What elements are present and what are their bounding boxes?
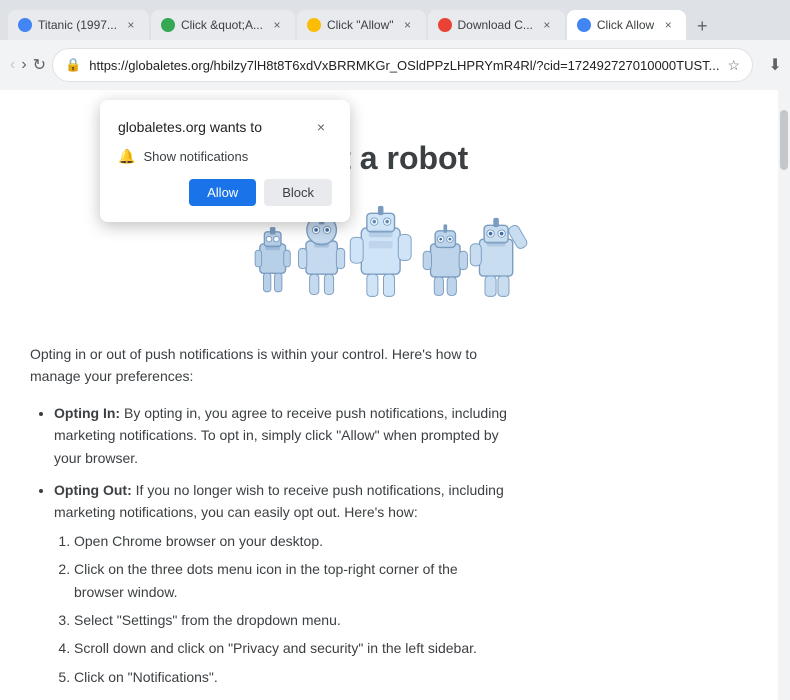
sub-list-item-1: Open Chrome browser on your desktop. xyxy=(74,530,510,552)
nav-bar: ‹ › ↻ 🔒 https://globaletes.org/hbilzy7lH… xyxy=(0,40,790,90)
tab-titanic[interactable]: Titanic (1997... × xyxy=(8,10,149,40)
opting-in-detail: By opting in, you agree to receive push … xyxy=(54,405,507,466)
new-tab-button[interactable]: + xyxy=(688,12,716,40)
refresh-icon: ↻ xyxy=(33,55,46,75)
opting-out-term: Opting Out: xyxy=(54,482,132,498)
sub-list-item-5: Click on "Notifications". xyxy=(74,666,510,688)
opting-out-sub-list: Open Chrome browser on your desktop. Cli… xyxy=(54,530,510,688)
tab-label-current: Click Allow xyxy=(597,18,654,32)
tab-label-click-allow: Click "Allow" xyxy=(327,18,394,32)
forward-icon: › xyxy=(21,56,26,74)
opting-in-term: Opting In: xyxy=(54,405,120,421)
tab-download[interactable]: Download C... × xyxy=(428,10,565,40)
tab-close-titanic[interactable]: × xyxy=(123,17,139,33)
address-bar[interactable]: 🔒 https://globaletes.org/hbilzy7lH8t8T6x… xyxy=(52,48,753,82)
notification-popup: globaletes.org wants to × 🔔 Show notific… xyxy=(100,100,350,222)
scrollbar[interactable] xyxy=(778,90,790,700)
browser-window: Titanic (1997... × Click &quot;A... × Cl… xyxy=(0,0,790,700)
popup-close-button[interactable]: × xyxy=(310,116,332,138)
allow-button[interactable]: Allow xyxy=(189,179,256,206)
tab-close-download[interactable]: × xyxy=(539,17,555,33)
back-button[interactable]: ‹ xyxy=(10,49,15,81)
content-area: globaletes.org wants to × 🔔 Show notific… xyxy=(0,90,790,700)
tab-current[interactable]: Click Allow × xyxy=(567,10,686,40)
back-icon: ‹ xyxy=(10,56,15,74)
sub-list-item-4: Scroll down and click on "Privacy and se… xyxy=(74,637,510,659)
nav-actions: ⬇ 👤 ⋮ xyxy=(759,49,790,81)
popup-notification-row: 🔔 Show notifications xyxy=(118,148,332,165)
tab-favicon-click-quot xyxy=(161,18,175,32)
popup-title: globaletes.org wants to xyxy=(118,119,262,135)
tab-label-click-quot: Click &quot;A... xyxy=(181,18,263,32)
popup-header: globaletes.org wants to × xyxy=(118,116,332,138)
list-item-opting-out: Opting Out: If you no longer wish to rec… xyxy=(54,479,510,688)
forward-button[interactable]: › xyxy=(21,49,26,81)
sub-list-item-2: Click on the three dots menu icon in the… xyxy=(74,558,510,603)
tab-label-download: Download C... xyxy=(458,18,533,32)
download-icon: ⬇ xyxy=(768,55,781,75)
lock-icon: 🔒 xyxy=(65,57,81,73)
tab-bar: Titanic (1997... × Click &quot;A... × Cl… xyxy=(0,0,790,40)
popup-notification-label: Show notifications xyxy=(143,149,248,164)
tab-favicon-download xyxy=(438,18,452,32)
tab-favicon-click-allow xyxy=(307,18,321,32)
block-button[interactable]: Block xyxy=(264,179,332,206)
download-button[interactable]: ⬇ xyxy=(759,49,790,81)
bookmark-icon[interactable]: ☆ xyxy=(727,57,740,74)
refresh-button[interactable]: ↻ xyxy=(33,49,46,81)
tab-close-click-quot[interactable]: × xyxy=(269,17,285,33)
tab-favicon-current xyxy=(577,18,591,32)
article-list: Opting In: By opting in, you agree to re… xyxy=(30,402,510,688)
tab-favicon-titanic xyxy=(18,18,32,32)
tab-close-current[interactable]: × xyxy=(660,17,676,33)
scrollbar-thumb[interactable] xyxy=(780,110,788,170)
tab-close-click-allow[interactable]: × xyxy=(400,17,416,33)
popup-buttons: Allow Block xyxy=(118,179,332,206)
tab-label-titanic: Titanic (1997... xyxy=(38,18,117,32)
tab-click-quot[interactable]: Click &quot;A... × xyxy=(151,10,295,40)
tab-click-allow[interactable]: Click "Allow" × xyxy=(297,10,426,40)
page-content: globaletes.org wants to × 🔔 Show notific… xyxy=(0,90,778,700)
sub-list-item-3: Select "Settings" from the dropdown menu… xyxy=(74,609,510,631)
list-item-opting-in: Opting In: By opting in, you agree to re… xyxy=(54,402,510,469)
bell-icon: 🔔 xyxy=(118,148,135,165)
article-intro: Opting in or out of push notifications i… xyxy=(30,343,510,388)
address-text: https://globaletes.org/hbilzy7lH8t8T6xdV… xyxy=(89,58,719,73)
